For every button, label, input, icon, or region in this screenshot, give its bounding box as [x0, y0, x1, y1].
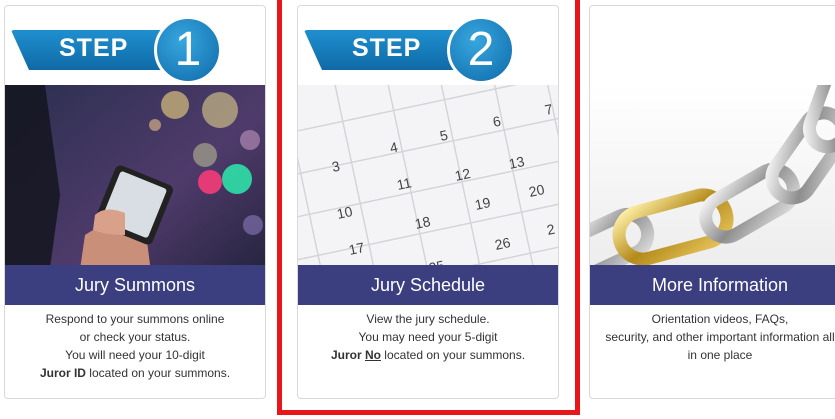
card-title[interactable]: More Information — [590, 265, 835, 305]
step-label: STEP — [59, 34, 129, 62]
card-title[interactable]: Jury Schedule — [298, 265, 558, 305]
description-line: You may need your 5-digit — [358, 330, 498, 344]
step-2-banner: STEP 2 — [304, 14, 520, 86]
description-line: Juror No located on your summons. — [298, 346, 558, 364]
step-label: STEP — [352, 34, 422, 62]
more-information-card[interactable]: More Information Orientation videos, FAQ… — [589, 5, 835, 399]
description-line: Juror ID located on your summons. — [5, 364, 265, 382]
description-line: security, and other important informatio… — [605, 330, 835, 344]
juror-id-label: Juror ID — [39, 366, 86, 380]
description-line: Orientation videos, FAQs, — [651, 312, 789, 326]
step-number-badge: 1 — [154, 16, 222, 84]
juror-word: Juror — [330, 348, 365, 362]
juror-number-label: Juror No — [331, 348, 381, 362]
description-line: Respond to your summons online — [45, 312, 225, 326]
description-line: in one place — [687, 348, 753, 362]
step-1-banner: STEP 1 — [11, 14, 227, 86]
card-description: Respond to your summons online or check … — [5, 310, 265, 382]
number-abbrev: No — [364, 348, 381, 362]
card-title[interactable]: Jury Summons — [5, 265, 265, 305]
description-tail: located on your summons. — [380, 348, 526, 362]
description-line: or check your status. — [79, 330, 191, 344]
jury-summons-card[interactable]: STEP 1 Jury Summons Respond to your summ… — [4, 5, 266, 399]
card-description: Orientation videos, FAQs, security, and … — [590, 310, 835, 364]
jury-schedule-card[interactable]: STEP 2 45673121311192010181726252623 Jur… — [297, 5, 559, 399]
description-line: View the jury schedule. — [366, 312, 490, 326]
card-description: View the jury schedule. You may need you… — [298, 310, 558, 364]
step-number-badge: 2 — [447, 16, 515, 84]
description-tail: located on your summons. — [85, 366, 231, 380]
description-line: You will need your 10-digit — [65, 348, 205, 362]
